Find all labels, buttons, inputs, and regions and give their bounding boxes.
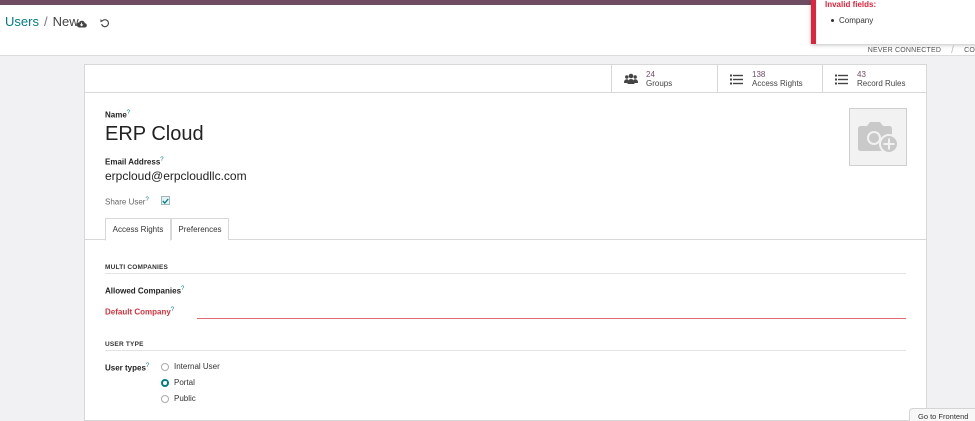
go-to-frontend-button[interactable]: Go to Frontend [909,408,975,421]
list-icon [730,72,744,86]
section-divider [105,350,906,351]
share-user-checkbox[interactable] [161,196,170,205]
tab-preferences[interactable]: Preferences [171,218,229,240]
radio-label: Public [174,394,196,403]
radio-label: Internal User [174,362,220,371]
help-tooltip-icon[interactable]: ? [171,307,174,313]
notebook-tabs: Access Rights Preferences [85,218,926,241]
radio-label: Portal [174,378,195,387]
default-company-label: Default Company? [105,307,174,317]
record-rules-smart-button[interactable]: 43 Record Rules [822,65,926,93]
access-rights-smart-button[interactable]: 138 Access Rights [717,65,822,93]
allowed-companies-label: Allowed Companies? [105,286,184,296]
radio-public[interactable]: Public [161,394,196,403]
help-tooltip-icon[interactable]: ? [160,157,163,163]
email-field[interactable]: erpcloud@erpcloudllc.com [105,169,247,183]
help-tooltip-icon[interactable]: ? [146,363,149,369]
name-field[interactable]: ERP Cloud [105,123,204,146]
multi-companies-title: MULTI COMPANIES [105,264,169,271]
toast-item: Company [825,16,975,25]
breadcrumb-users-link[interactable]: Users [5,14,39,29]
groups-smart-button[interactable]: 24 Groups [611,65,717,93]
name-label: Name? [105,110,130,120]
groups-count: 24 [646,70,655,79]
radio-portal[interactable]: Portal [161,378,195,387]
user-types-label: User types? [105,363,149,373]
record-rules-count: 43 [857,70,866,79]
radio-button[interactable] [161,394,169,403]
email-label-text: Email Address [105,157,161,167]
help-tooltip-icon[interactable]: ? [127,110,130,116]
help-tooltip-icon[interactable]: ? [145,197,148,203]
form-sheet: 24 Groups 138 Access Rights 43 Record Ru… [84,64,927,421]
user-type-title: USER TYPE [105,341,144,348]
users-icon [624,72,638,86]
status-stage-next[interactable]: CO [954,47,975,54]
section-divider [105,273,906,274]
discard-undo-icon[interactable] [99,17,111,29]
breadcrumb: Users / New [5,13,79,29]
avatar-upload[interactable] [849,108,907,166]
record-rules-label: Record Rules [857,79,906,88]
access-rights-count: 138 [752,70,766,79]
radio-button-selected[interactable] [161,378,169,387]
smart-button-box: 24 Groups 138 Access Rights 43 Record Ru… [85,65,926,93]
status-stage-never-connected[interactable]: NEVER CONNECTED [858,47,951,54]
toast-item-label: Company [839,16,874,25]
tab-access-rights[interactable]: Access Rights [105,218,171,241]
default-company-input[interactable] [197,318,906,319]
breadcrumb-separator: / [43,13,48,29]
name-label-text: Name [105,110,127,120]
help-tooltip-icon[interactable]: ? [181,286,184,292]
default-company-label-text: Default Company [105,307,171,317]
bullet-icon [831,19,834,22]
list-icon [835,72,849,86]
user-types-label-text: User types [105,363,146,373]
invalid-fields-notification: Invalid fields: Company [811,0,975,44]
radio-internal-user[interactable]: Internal User [161,362,220,371]
radio-button[interactable] [161,362,169,371]
share-user-label: Share User? [105,197,149,207]
allowed-companies-label-text: Allowed Companies [105,286,182,296]
toast-title: Invalid fields: [825,0,877,9]
access-rights-label: Access Rights [752,79,803,88]
groups-label: Groups [646,79,673,88]
camera-plus-icon [858,122,899,154]
share-user-label-text: Share User [105,197,146,207]
checkmark-icon [162,198,169,204]
save-cloud-icon[interactable] [75,17,87,29]
email-label: Email Address? [105,157,164,167]
